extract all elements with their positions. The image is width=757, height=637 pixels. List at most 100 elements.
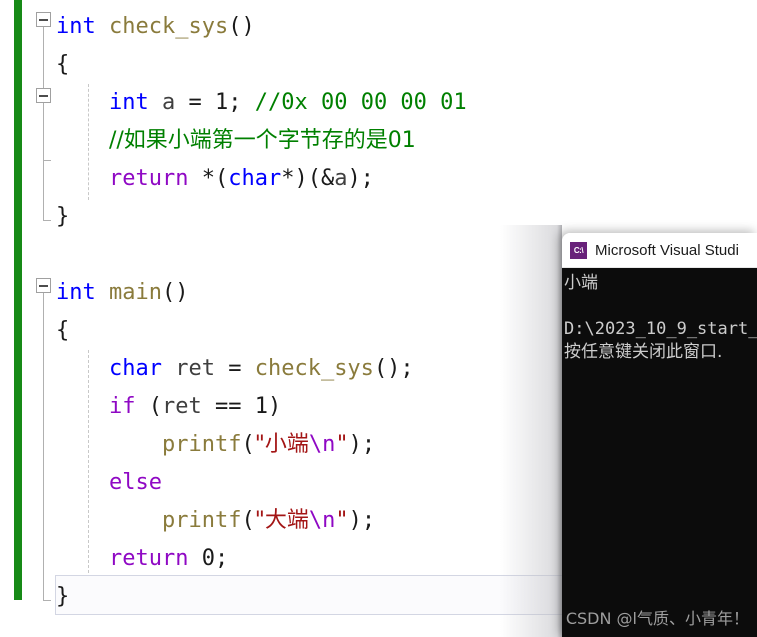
code-token: ( [241,508,255,533]
code-token: 1 [254,394,268,419]
code-token: ( [135,394,162,419]
code-token: } [56,204,70,229]
code-token: *( [188,166,229,191]
console-title-bar[interactable]: C:\ Microsoft Visual Studi [562,233,757,268]
change-bar [14,0,22,600]
code-token: "小端 [254,432,309,457]
code-token: "大端 [254,508,309,533]
code-line[interactable]: { [56,312,69,350]
code-token: if [108,394,136,419]
code-token: *)(& [281,166,335,191]
code-line[interactable]: return 0; [56,540,228,578]
code-line[interactable]: int check_sys() [56,8,255,46]
fold-connector-foot [43,160,51,161]
code-token: return [108,546,189,571]
code-line[interactable]: printf("小端\n"); [56,426,375,464]
code-line[interactable]: //如果小端第一个字节存的是01 [56,122,416,160]
code-token: ; [228,90,255,115]
code-token: " [335,432,349,457]
outlining-margin[interactable] [32,0,56,601]
code-token: int [108,90,149,115]
console-line: 按任意键关闭此窗口. [564,342,723,362]
code-token: ret [161,394,202,419]
code-line[interactable]: { [56,46,69,84]
fold-connector [43,103,44,220]
code-token: { [56,318,70,343]
code-token: 1 [214,90,229,115]
code-token: a [334,166,348,191]
code-token: " [335,508,349,533]
code-token: () [161,280,189,305]
code-line[interactable]: int a = 1; //0x 00 00 00 01 [56,84,467,122]
code-token: () [228,14,255,39]
code-line[interactable]: char ret = check_sys(); [56,350,414,388]
fold-toggle-check-sys[interactable] [36,12,51,27]
code-token: \n [308,508,336,533]
console-app-icon: C:\ [570,241,587,259]
console-title-text: Microsoft Visual Studi [595,241,739,259]
code-token: return [108,166,189,191]
console-window[interactable]: C:\ Microsoft Visual Studi 小端 D:\2023_10… [562,233,757,637]
code-token: char [228,166,282,191]
code-token: int [56,14,96,39]
console-line: D:\2023_10_9_start_ [564,319,757,339]
code-token: ); [348,432,376,457]
code-token: check_sys [109,14,229,39]
code-token: (); [373,356,414,381]
code-token: int [56,280,96,305]
csdn-watermark: CSDN @l气质、小青年！ [565,609,749,628]
code-token: a [161,90,176,115]
code-token: ret [175,356,215,381]
code-token: ; [214,546,229,571]
code-line[interactable]: printf("大端\n"); [56,502,375,540]
code-line[interactable]: else [56,464,162,502]
code-token: = [175,90,215,115]
code-token: check_sys [254,356,374,381]
fold-connector-foot [43,220,51,221]
console-line: 小端 [564,273,598,293]
code-line[interactable]: if (ret == 1) [56,388,281,426]
fold-connector [43,293,44,600]
code-token: \n [308,432,336,457]
code-token: char [108,356,162,381]
fold-toggle-inner-block[interactable] [36,88,51,103]
fold-connector-foot [43,600,51,601]
code-token: { [56,52,70,77]
code-line[interactable]: return *(char*)(&a); [56,160,374,198]
code-token: ) [267,394,282,419]
code-line[interactable]: } [56,578,69,616]
code-token: ); [347,166,374,191]
code-token: main [109,280,162,305]
code-token: else [108,470,162,495]
fold-toggle-main[interactable] [36,278,51,293]
code-line[interactable]: } [56,198,69,236]
code-token: printf [161,432,242,457]
code-token: ); [348,508,376,533]
code-token: = [214,356,255,381]
code-token: printf [161,508,242,533]
code-token: } [56,584,70,609]
code-token: //如果小端第一个字节存的是01 [108,128,416,153]
code-token: ( [241,432,255,457]
console-output: 小端 D:\2023_10_9_start_ 按任意键关闭此窗口. [562,268,757,637]
code-token: 0 [201,546,215,571]
code-token: == [201,394,255,419]
fold-connector [43,27,44,88]
code-line[interactable]: int main() [56,274,188,312]
code-token: //0x 00 00 00 01 [254,90,467,115]
